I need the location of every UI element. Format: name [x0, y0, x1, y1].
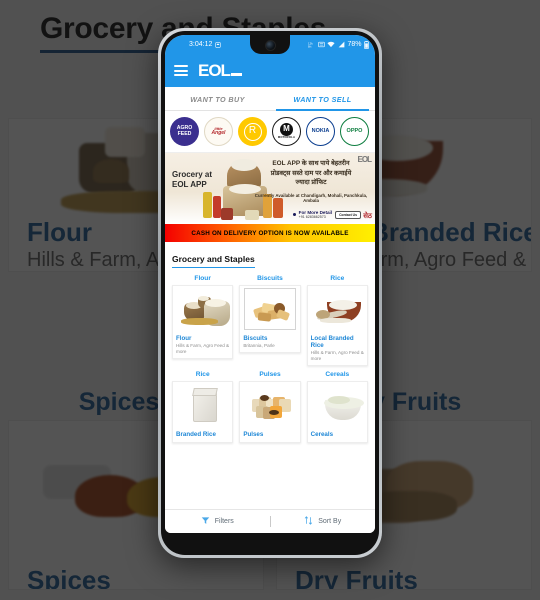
filters-label: Filters [214, 518, 234, 525]
sort-by-button[interactable]: Sort By [271, 516, 376, 527]
battery-icon [364, 40, 369, 49]
promo-availability: Currently Available at Chandigarh, Mohal… [254, 193, 368, 203]
brand-logo-little-angel[interactable]: little Angel [204, 117, 233, 146]
promo-contact-block[interactable]: For More Detail +91 6283662573 Contact U… [292, 210, 361, 219]
phone-bezel: 3:04:12 12k B/s 78% EOL WANT TO BUY WANT… [161, 31, 379, 555]
brand-angel-line2: Angel [211, 129, 226, 136]
svg-text:12k: 12k [308, 42, 313, 46]
product-card-pulses[interactable]: Pulses [239, 380, 301, 443]
product-card-branded-rice[interactable]: Branded Rice [172, 380, 234, 443]
product-image-local-branded-rice [308, 286, 367, 333]
product-image-branded-rice [173, 382, 232, 429]
brand-logo-nokia[interactable]: NOKIA [306, 117, 335, 146]
brand-logo-strip[interactable]: AGRO FEED little Angel R M MOTOROLA NOKI… [165, 111, 375, 152]
alarm-icon [215, 41, 222, 48]
grid-cell-cereals: Cereals Cereals [306, 370, 368, 443]
product-card-flour[interactable]: Flour Hills & Farm, Agro Feed & more [172, 284, 234, 359]
promo-eol-logo: EOL [357, 155, 372, 164]
grid-cell-branded-rice: Rice Branded Rice [172, 370, 234, 443]
brand-logo-agro-feed[interactable]: AGRO FEED [170, 117, 199, 146]
sd-card-icon [318, 41, 325, 48]
category-label-cereals: Cereals [325, 370, 350, 378]
front-camera-icon [264, 40, 276, 51]
content-area: Grocery and Staples Flour Flour Hills & … [165, 242, 375, 509]
cod-banner: CASH ON DELIVERY OPTION IS NOW AVAILABLE [165, 224, 375, 242]
category-label-rice-2: Rice [195, 370, 210, 378]
status-time: 3:04:12 [189, 41, 213, 48]
promo-banner[interactable]: EOL Grocery at EOL APP EOL APP के साथ पा… [165, 152, 375, 224]
product-sub: Britannia, Parle [243, 342, 275, 348]
signal-icon [338, 41, 345, 48]
promo-left-line1: Grocery at [172, 170, 213, 179]
grid-cell-pulses: Pulses Pulses [239, 370, 301, 443]
wifi-icon [327, 41, 336, 48]
eol-logo-text: EOL [198, 60, 231, 80]
grid-cell-biscuits: Biscuits Biscuits Britannia, Parle [239, 274, 301, 366]
product-name: Local Branded Rice [310, 334, 354, 349]
promo-hindi-line2: प्रोडक्ट्स सस्ते दाम पर और कमाईये [270, 169, 352, 177]
brand-oppo-text: OPPO [346, 127, 363, 134]
tab-want-to-sell[interactable]: WANT TO SELL [270, 87, 375, 111]
product-name: Flour [176, 334, 192, 342]
phone-mockup: 3:04:12 12k B/s 78% EOL WANT TO BUY WANT… [158, 28, 382, 558]
product-card-local-branded-rice[interactable]: Local Branded Rice Hills & Farm, Agro Fe… [306, 284, 368, 366]
bottom-action-bar: Filters Sort By [165, 509, 375, 533]
category-label-flour: Flour [194, 274, 211, 282]
promo-phone-number: +91 6283662573 [298, 215, 326, 219]
product-image-biscuits [240, 286, 299, 333]
sort-icon [304, 516, 313, 527]
product-sub: Hills & Farm, Agro Feed & more [310, 349, 364, 361]
product-image-flour [173, 286, 232, 333]
promo-left-text: Grocery at EOL APP [172, 170, 212, 190]
brand-agro-line2: FEED [177, 130, 192, 137]
promo-left-line2: EOL APP [172, 180, 207, 189]
promo-hindi-text: EOL APP के साथ पाये बेहतरीन प्रोडक्ट्स स… [252, 159, 370, 188]
category-label-rice: Rice [330, 274, 345, 282]
product-name: Pulses [243, 430, 264, 438]
status-bar-left: 3:04:12 [171, 41, 260, 48]
brand-moto-mark: M [280, 123, 293, 137]
promo-hindi-line3: ज्यादा प्रॉफिट [295, 179, 327, 187]
product-grid: Flour Flour Hills & Farm, Agro Feed & mo… [172, 275, 368, 443]
app-bar: EOL [165, 54, 375, 87]
product-name: Cereals [310, 430, 334, 438]
section-title: Grocery and Staples [172, 254, 255, 268]
grid-cell-flour: Flour Flour Hills & Farm, Agro Feed & mo… [172, 274, 234, 366]
filter-icon [201, 516, 210, 527]
product-image-pulses [240, 382, 299, 429]
promo-secondary-logo: सेठ [363, 213, 372, 220]
product-image-cereals [308, 382, 367, 429]
product-name: Branded Rice [176, 430, 216, 438]
category-label-pulses: Pulses [259, 370, 281, 378]
promo-contact-button[interactable]: Contact Us [335, 210, 361, 219]
eol-logo[interactable]: EOL [198, 61, 242, 81]
brand-logo-oppo[interactable]: OPPO [340, 117, 369, 146]
product-name: Biscuits [243, 334, 268, 342]
promo-bullet-icon [292, 213, 296, 216]
tab-want-to-buy[interactable]: WANT TO BUY [165, 87, 270, 110]
phone-notch [250, 35, 290, 54]
eol-logo-tail-icon [230, 73, 242, 76]
phone-screen: 3:04:12 12k B/s 78% EOL WANT TO BUY WANT… [165, 35, 375, 533]
buy-sell-tabs: WANT TO BUY WANT TO SELL [165, 87, 375, 111]
category-label-biscuits: Biscuits [257, 274, 283, 282]
brand-logo-motorola[interactable]: M MOTOROLA [272, 117, 301, 146]
promo-hindi-line1: EOL APP के साथ पाये बेहतरीन [272, 160, 350, 167]
product-card-cereals[interactable]: Cereals [306, 380, 368, 443]
product-sub: Hills & Farm, Agro Feed & more [176, 342, 230, 354]
filters-button[interactable]: Filters [165, 516, 270, 527]
status-bar-right: 12k B/s 78% [308, 40, 369, 49]
menu-icon[interactable] [174, 65, 188, 76]
brand-logo-realme[interactable]: R [238, 117, 267, 146]
grid-cell-local-branded-rice: Rice Local Branded Rice Hills & Farm, Ag… [306, 274, 368, 366]
svg-text:B/s: B/s [308, 46, 312, 48]
brand-moto-text: MOTOROLA [277, 136, 296, 140]
brand-nokia-text: NOKIA [311, 127, 330, 134]
brand-realme-mark: R [243, 122, 262, 141]
product-card-biscuits[interactable]: Biscuits Britannia, Parle [239, 284, 301, 353]
sort-label: Sort By [318, 518, 342, 525]
battery-percent: 78% [347, 41, 362, 48]
data-speed-icon: 12k B/s [308, 41, 315, 49]
